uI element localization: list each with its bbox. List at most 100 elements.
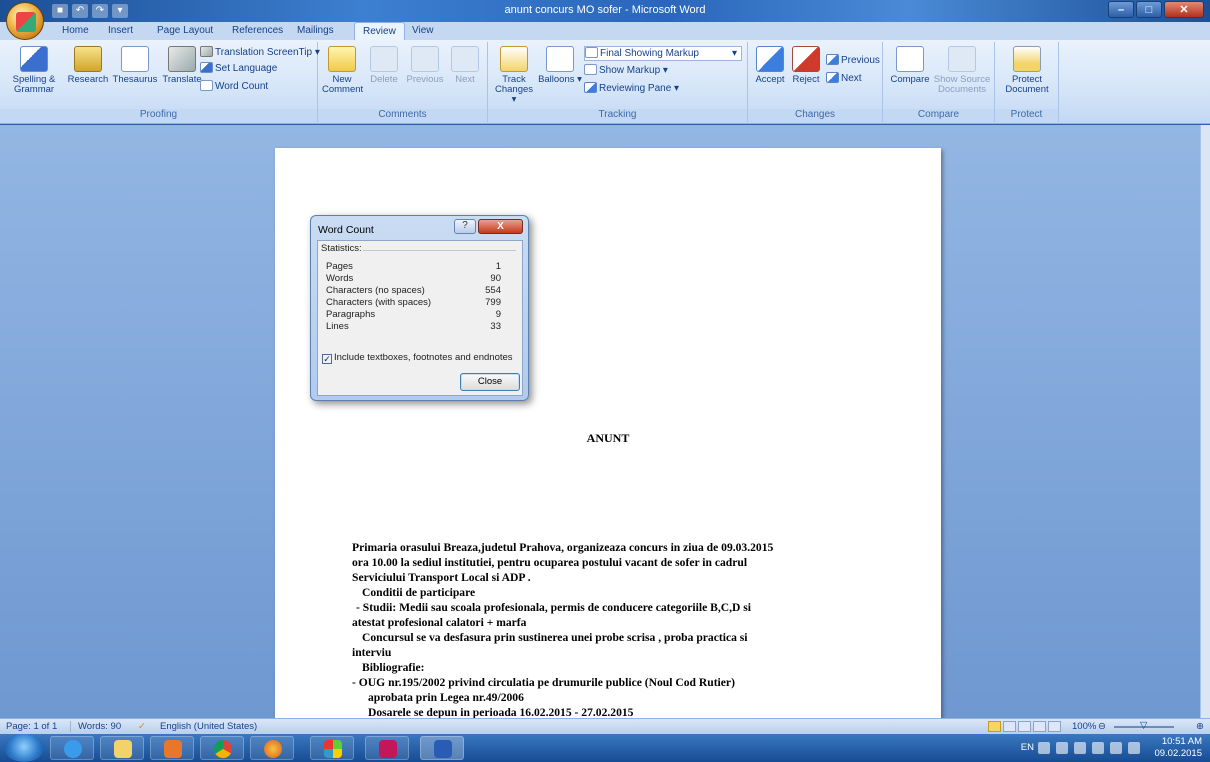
zoom-level[interactable]: 100% — [1072, 721, 1096, 732]
next-change-button[interactable]: Next — [826, 72, 862, 86]
vertical-scrollbar[interactable] — [1200, 125, 1210, 718]
doc-line: Primaria orasului Breaza,judetul Prahova… — [352, 541, 774, 554]
reviewing-pane-button[interactable]: Reviewing Pane ▾ — [584, 82, 679, 96]
tab-insert[interactable]: Insert — [108, 25, 133, 36]
previous-comment-button[interactable]: Previous — [404, 46, 446, 85]
next-comment-button[interactable]: Next — [446, 46, 484, 85]
proofing-group: Spelling & Grammar Research Thesaurus Tr… — [0, 42, 320, 122]
taskbar-chrome[interactable] — [200, 736, 244, 760]
language-indicator[interactable]: English (United States) — [160, 721, 257, 732]
new-comment-button[interactable]: New Comment — [322, 46, 363, 95]
balloons-button[interactable]: Balloons ▾ — [538, 46, 582, 85]
word-count-indicator[interactable]: Words: 90 — [78, 721, 121, 732]
app-red-icon — [379, 740, 397, 758]
screentip-icon — [200, 46, 213, 57]
previous-change-button[interactable]: Previous — [826, 54, 880, 68]
stat-label: Pages — [326, 261, 353, 272]
show-source-documents-button[interactable]: Show Source Documents — [933, 46, 991, 95]
page-indicator[interactable]: Page: 1 of 1 — [6, 721, 57, 732]
tab-page-layout[interactable]: Page Layout — [157, 25, 213, 36]
reject-button[interactable]: Reject — [788, 46, 824, 85]
taskbar-app-grid[interactable] — [310, 736, 354, 760]
proofing-status-icon[interactable]: ✓ — [138, 721, 146, 732]
full-screen-reading-icon[interactable] — [1003, 721, 1016, 732]
view-buttons — [988, 721, 1063, 733]
draft-icon[interactable] — [1048, 721, 1061, 732]
doc-line: Dosarele se depun in perioada 16.02.2015… — [368, 706, 634, 718]
outline-icon[interactable] — [1033, 721, 1046, 732]
show-markup-button[interactable]: Show Markup ▾ — [584, 64, 668, 78]
taskbar-firefox[interactable] — [250, 736, 294, 760]
chevron-down-icon: ▾ — [731, 48, 737, 59]
accept-button[interactable]: Accept — [752, 46, 788, 85]
dialog-close-x-button[interactable]: X — [478, 219, 523, 234]
web-layout-icon[interactable] — [1018, 721, 1031, 732]
compare-group: Compare Show Source Documents Compare — [883, 42, 995, 122]
tray-icon[interactable] — [1038, 742, 1050, 754]
title-bar: ■ ↶ ↷ ▾ anunt concurs MO sofer - Microso… — [0, 0, 1210, 22]
ribbon: Spelling & Grammar Research Thesaurus Tr… — [0, 40, 1210, 124]
volume-icon[interactable] — [1110, 742, 1122, 754]
delete-comment-button[interactable]: Delete — [364, 46, 404, 85]
spelling-grammar-button[interactable]: Spelling & Grammar — [4, 46, 64, 95]
zoom-out-icon[interactable]: ⊖ — [1098, 721, 1106, 732]
office-button[interactable] — [6, 2, 44, 40]
set-language-button[interactable]: Set Language — [200, 62, 277, 76]
taskbar-app-red[interactable] — [365, 736, 409, 760]
tab-home[interactable]: Home — [62, 25, 89, 36]
window-title: anunt concurs MO sofer - Microsoft Word — [504, 4, 706, 16]
window-controls: – □ ✕ — [1108, 1, 1204, 18]
thesaurus-icon — [121, 46, 149, 72]
start-button[interactable] — [4, 734, 44, 762]
flag-icon[interactable] — [1056, 742, 1068, 754]
show-markup-icon — [584, 64, 597, 75]
translation-screentip-button[interactable]: Translation ScreenTip ▾ — [200, 46, 320, 60]
close-window-button[interactable]: ✕ — [1164, 1, 1204, 18]
track-changes-button[interactable]: Track Changes ▾ — [492, 46, 536, 105]
track-changes-icon — [500, 46, 528, 72]
protect-group: Protect Document Protect — [995, 42, 1059, 122]
zoom-slider-thumb-icon[interactable]: ▽ — [1140, 720, 1147, 731]
language-indicator-tray[interactable]: EN — [1021, 742, 1034, 753]
firefox-icon — [264, 740, 282, 758]
include-textboxes-checkbox[interactable]: ✓ Include textboxes, footnotes and endnot… — [322, 352, 513, 364]
media-player-icon — [164, 740, 182, 758]
protect-document-button[interactable]: Protect Document — [1001, 46, 1053, 95]
compare-button[interactable]: Compare — [887, 46, 933, 85]
dialog-content: Statistics: Pages 1 Words 90 Characters (n… — [317, 240, 523, 396]
taskbar-explorer[interactable] — [100, 736, 144, 760]
minimize-button[interactable]: – — [1108, 1, 1134, 18]
taskbar-word[interactable] — [420, 736, 464, 760]
tab-references[interactable]: References — [232, 25, 283, 36]
taskbar-media[interactable] — [150, 736, 194, 760]
doc-line: interviu — [352, 646, 392, 659]
printer-icon[interactable] — [1092, 742, 1104, 754]
stat-row: Words 90 — [326, 273, 501, 284]
network-icon[interactable] — [1074, 742, 1086, 754]
markup-mode-select[interactable]: Final Showing Markup ▾ — [584, 46, 742, 61]
changes-group-label: Changes — [748, 109, 882, 122]
stat-label: Characters (with spaces) — [326, 297, 432, 308]
tab-mailings[interactable]: Mailings — [297, 25, 334, 36]
maximize-button[interactable]: □ — [1136, 1, 1162, 18]
checkbox-checked-icon[interactable]: ✓ — [322, 354, 332, 364]
stat-label: Words — [326, 273, 354, 284]
statistics-label: Statistics: — [321, 243, 362, 254]
new-comment-icon — [328, 46, 356, 72]
zoom-in-icon[interactable]: ⊕ — [1196, 721, 1204, 732]
close-button[interactable]: Close — [460, 373, 520, 391]
previous-comment-icon — [411, 46, 439, 72]
translate-button[interactable]: Translate — [160, 46, 204, 85]
print-layout-icon[interactable] — [988, 721, 1001, 732]
app-tray-icon[interactable] — [1128, 742, 1140, 754]
thesaurus-button[interactable]: Thesaurus — [110, 46, 160, 85]
help-button[interactable]: ? — [454, 219, 476, 234]
markup-mode-icon — [585, 47, 598, 58]
word-count-button[interactable]: Word Count — [200, 80, 268, 94]
tab-review[interactable]: Review — [354, 22, 405, 41]
status-bar: Page: 1 of 1 Words: 90 ✓ English (United… — [0, 718, 1210, 734]
research-button[interactable]: Research — [66, 46, 110, 85]
tab-view[interactable]: View — [412, 25, 434, 36]
clock[interactable]: 10:51 AM 09.02.2015 — [1154, 736, 1202, 760]
taskbar-ie[interactable] — [50, 736, 94, 760]
